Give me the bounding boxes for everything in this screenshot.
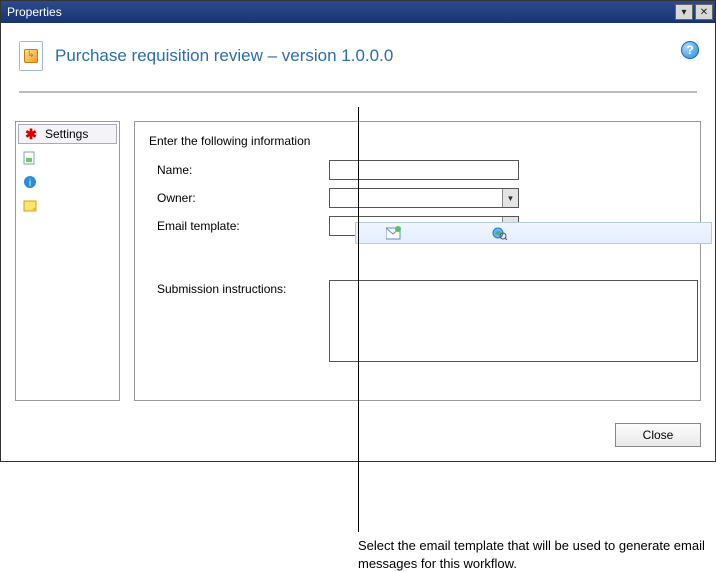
row-name: Name: [149, 160, 686, 180]
nav-item-settings[interactable]: ✱ Settings [18, 124, 117, 144]
nav-item-3[interactable]: i [18, 172, 117, 192]
form-panel: Enter the following information Name: Ow… [134, 121, 701, 401]
owner-label: Owner: [149, 191, 329, 205]
form-prompt: Enter the following information [149, 134, 686, 148]
svg-text:i: i [29, 178, 31, 189]
nav-panel: ✱ Settings i [15, 121, 120, 401]
callout-text: Select the email template that will be u… [358, 537, 714, 572]
note-icon [22, 198, 38, 214]
globe-search-icon[interactable] [492, 226, 508, 240]
asterisk-icon: ✱ [23, 126, 39, 142]
name-label: Name: [149, 163, 329, 177]
chevron-down-icon: ▼ [502, 189, 518, 207]
info-icon: i [22, 174, 38, 190]
minimize-button[interactable]: ▾ [675, 4, 693, 20]
document-icon [22, 150, 38, 166]
header: Purchase requisition review – version 1.… [1, 23, 715, 81]
row-owner: Owner: ▼ [149, 188, 686, 208]
submission-textarea[interactable] [329, 280, 698, 362]
page-title: Purchase requisition review – version 1.… [55, 46, 393, 66]
help-icon[interactable]: ? [681, 41, 699, 59]
email-template-label: Email template: [149, 219, 329, 233]
nav-item-2[interactable] [18, 148, 117, 168]
close-button[interactable]: Close [615, 423, 701, 447]
template-icon[interactable] [386, 226, 402, 240]
close-window-button[interactable]: ✕ [695, 4, 713, 20]
window-title: Properties [7, 5, 673, 19]
submission-label: Submission instructions: [149, 280, 329, 296]
nav-item-label: Settings [45, 127, 88, 141]
row-submission: Submission instructions: [149, 280, 686, 362]
workflow-doc-icon [19, 41, 43, 71]
titlebar: Properties ▾ ✕ [1, 1, 715, 23]
nav-item-4[interactable] [18, 196, 117, 216]
callout-line [358, 107, 359, 532]
email-template-popup-toolbar [355, 222, 712, 244]
